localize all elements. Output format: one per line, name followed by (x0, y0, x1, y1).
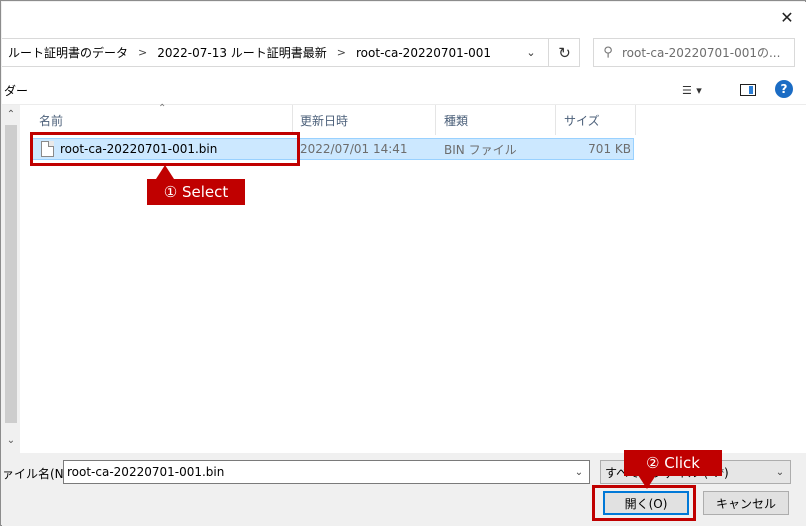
select-highlight-box (30, 132, 300, 166)
cancel-button[interactable]: キャンセル (703, 491, 789, 515)
click-callout: ② Click (624, 450, 722, 476)
close-button[interactable]: ✕ (776, 6, 798, 28)
file-type: BIN ファイル (444, 142, 517, 157)
breadcrumb-separator-icon[interactable]: > (331, 46, 352, 59)
filename-label: ァイル名(N): (2, 467, 73, 481)
title-bar: ✕ (2, 2, 806, 32)
preview-pane-button[interactable] (736, 80, 760, 100)
column-header-name[interactable]: 名前 ⌃ (20, 103, 293, 135)
file-size: 701 KB (588, 142, 631, 156)
select-callout: ① Select (147, 179, 245, 205)
chevron-down-icon[interactable]: ⌄ (770, 461, 790, 483)
click-highlight-box (592, 485, 696, 521)
column-header-date[interactable]: 更新日時 (293, 105, 436, 135)
navigation-pane-scrollbar[interactable]: ⌃ ⌄ (2, 105, 20, 453)
chevron-down-icon: ⌄ (526, 46, 536, 59)
breadcrumb-separator-icon[interactable]: > (132, 46, 153, 59)
chevron-down-icon[interactable]: ⌄ (569, 461, 589, 483)
file-open-dialog: ✕ ルート証明書のデータ > 2022-07-13 ルート証明書最新 > roo… (0, 0, 806, 526)
address-history-button[interactable]: ⌄ (516, 39, 546, 66)
scrollbar-thumb[interactable] (5, 125, 17, 423)
select-callout-pointer (156, 165, 174, 179)
scroll-down-icon[interactable]: ⌄ (2, 435, 20, 446)
view-options-icon: ☰ ▾ (682, 83, 702, 97)
search-box[interactable]: ⚲ root-ca-20220701-001の... (593, 38, 795, 67)
column-header-type[interactable]: 種類 (436, 105, 556, 135)
column-header-size[interactable]: サイズ (556, 105, 636, 135)
close-icon: ✕ (780, 7, 794, 27)
new-folder-button[interactable]: ダー (4, 82, 28, 99)
breadcrumb-item[interactable]: root-ca-20220701-001 (352, 46, 495, 60)
refresh-icon: ↻ (558, 43, 571, 62)
filename-field[interactable]: root-ca-20220701-001.bin ⌄ (63, 460, 590, 484)
column-header-label: 名前 (39, 113, 64, 128)
column-header-label: 更新日時 (300, 113, 349, 128)
breadcrumb-item[interactable]: ルート証明書のデータ (2, 44, 132, 61)
view-options-button[interactable]: ☰ ▾ (682, 80, 722, 100)
refresh-button[interactable]: ↻ (548, 39, 580, 66)
column-header-label: サイズ (564, 113, 600, 128)
toolbar: ダー ☰ ▾ ? (2, 74, 806, 105)
search-input[interactable]: root-ca-20220701-001の... (622, 44, 780, 61)
column-header-label: 種類 (444, 113, 469, 128)
filename-value: root-ca-20220701-001.bin (67, 465, 225, 479)
address-bar[interactable]: ルート証明書のデータ > 2022-07-13 ルート証明書最新 > root-… (2, 38, 580, 67)
file-date: 2022/07/01 14:41 (300, 142, 408, 156)
scroll-up-icon[interactable]: ⌃ (2, 109, 20, 120)
address-row: ルート証明書のデータ > 2022-07-13 ルート証明書最新 > root-… (2, 32, 806, 74)
help-button[interactable]: ? (775, 80, 793, 98)
breadcrumb-item[interactable]: 2022-07-13 ルート証明書最新 (153, 44, 331, 61)
search-icon: ⚲ (603, 45, 613, 60)
preview-pane-icon (740, 84, 756, 96)
sort-ascending-icon: ⌃ (158, 103, 167, 114)
